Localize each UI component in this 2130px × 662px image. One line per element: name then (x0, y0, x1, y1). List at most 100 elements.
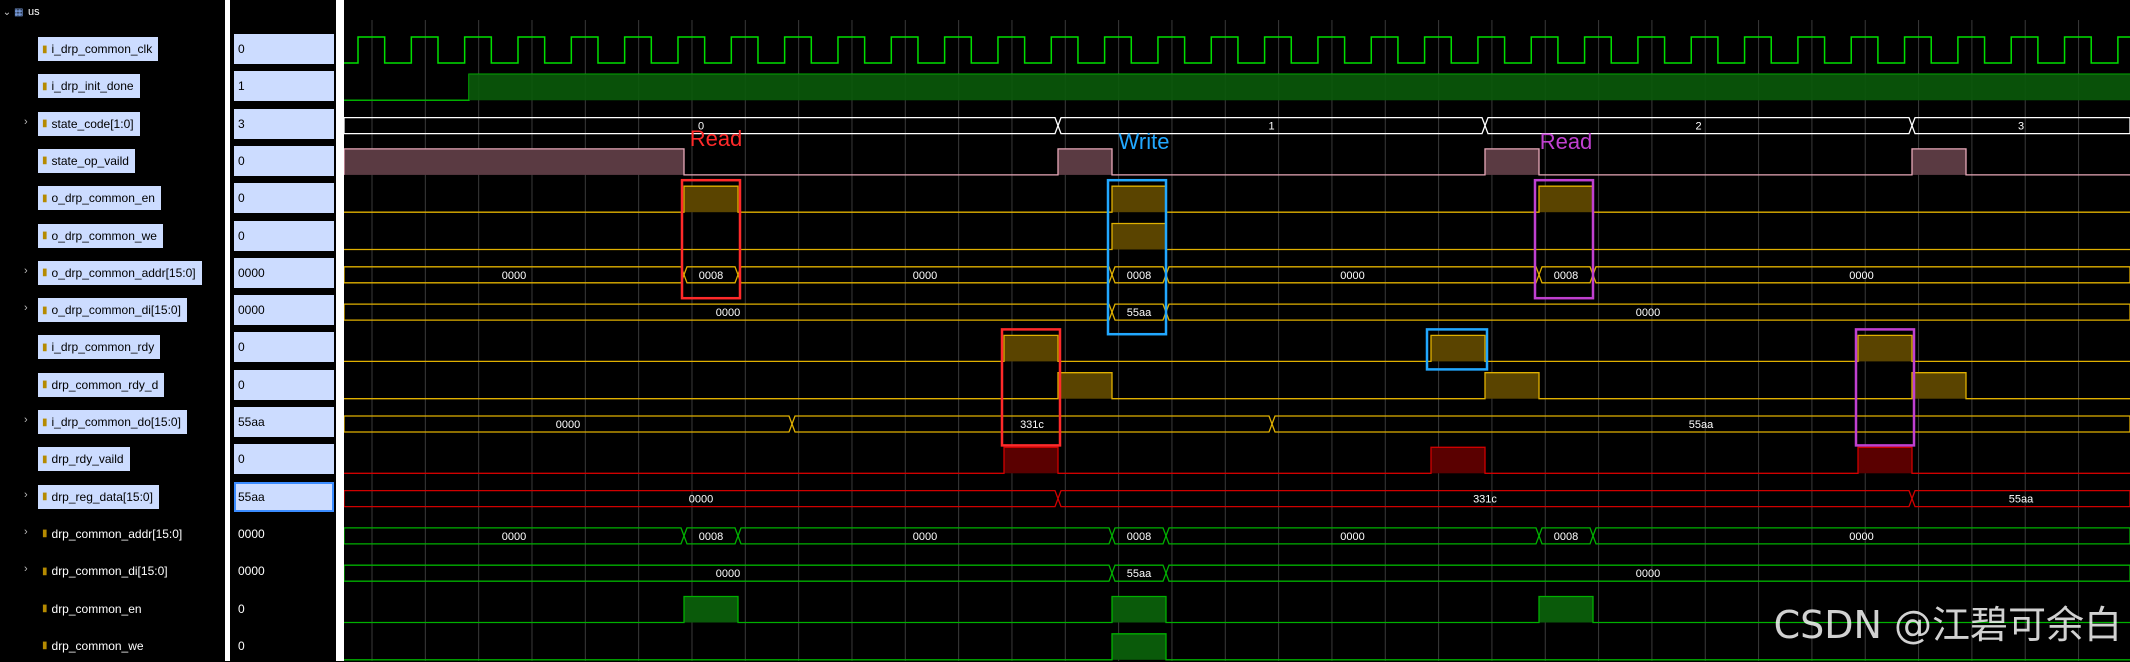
signal-value: 0000 (238, 564, 265, 579)
signal-value: 0 (234, 220, 334, 251)
signal-row[interactable]: › ▮ o_drp_common_di[15:0] (0, 294, 225, 326)
chevron-right-icon[interactable]: › (24, 265, 36, 277)
bus-value-label: 0000 (502, 531, 526, 543)
signal-name[interactable]: ▮ i_drp_init_done (38, 74, 140, 99)
clock-waveform (344, 36, 2130, 64)
bus-value-label: 0008 (699, 531, 723, 543)
signal-name[interactable]: ▮ drp_common_addr[15:0] (38, 522, 188, 546)
waveform-canvas[interactable]: 0 1 2 30000 0008 0000 0008 0000 0008 00000000 55aa… (344, 0, 2130, 661)
bus-value-label: 331c (1020, 419, 1044, 431)
signal-value: 0 (234, 183, 334, 214)
signal-name-text: drp_reg_data[15:0] (51, 489, 153, 504)
signal-name[interactable]: ▮ drp_common_rdy_d (38, 372, 165, 397)
signal-row[interactable]: › ▮ o_drp_common_addr[15:0] (0, 257, 225, 289)
input-port-icon: ▮ (42, 341, 48, 353)
signal-name-panel: ⌄ ▦ us ▮ i_drp_common_clk ▮ i_drp_init_done… (0, 0, 225, 661)
reg-port-icon: ▮ (42, 491, 48, 503)
signal-name[interactable]: ▮ state_op_vaild (38, 148, 135, 173)
annotation-label: Read (1540, 129, 1593, 154)
signal-name[interactable]: ▮ o_drp_common_addr[15:0] (38, 260, 202, 285)
bit-high-fill (344, 148, 684, 175)
input-port-icon: ▮ (42, 43, 48, 55)
signal-row[interactable]: › ▮ state_code[1:0] (0, 108, 225, 140)
signal-name-text: drp_common_rdy_d (51, 377, 159, 392)
bus-value-label: 0000 (1849, 270, 1873, 282)
signal-row[interactable]: ▮ i_drp_common_clk (0, 33, 225, 65)
signal-row[interactable]: ▮ i_drp_init_done (0, 70, 225, 102)
signal-value-panel: 0 1 3 0 0 0 0000 0000 0 0 55aa 0 55aa 0000 0000 0 0 (230, 0, 336, 661)
annotation-label: Write (1119, 129, 1170, 154)
signal-name[interactable]: ▮ drp_rdy_vaild (38, 447, 130, 472)
bit-high-fill (684, 596, 738, 623)
bus-value-label: 0008 (1554, 531, 1578, 543)
bit-high-fill (469, 74, 2130, 101)
signal-name[interactable]: ▮ i_drp_common_do[15:0] (38, 410, 187, 434)
bus-value-label: 1 (1268, 121, 1274, 133)
bit-high-fill (1912, 372, 1966, 399)
signal-row[interactable]: ▮ i_drp_common_rdy (0, 331, 225, 363)
output-port-icon: ▮ (42, 267, 48, 279)
signal-name[interactable]: ▮ drp_common_en (38, 597, 148, 621)
signal-name[interactable]: ▮ o_drp_common_we (38, 223, 163, 248)
scope-row-us[interactable]: ⌄ ▦ us (0, 2, 225, 22)
reg-port-icon: ▮ (42, 118, 48, 130)
bit-high-fill (1539, 596, 1593, 623)
panel-divider[interactable] (336, 0, 344, 661)
bus-value-label: 3 (2018, 121, 2024, 133)
signal-name-text: state_code[1:0] (51, 116, 134, 131)
reg-port-icon: ▮ (42, 640, 48, 652)
signal-row[interactable]: ▮ drp_common_en (0, 593, 225, 625)
signal-row[interactable]: › ▮ drp_common_di[15:0] (0, 555, 225, 587)
signal-name[interactable]: ▮ drp_reg_data[15:0] (38, 484, 159, 509)
signal-row[interactable]: ▮ o_drp_common_we (0, 220, 225, 252)
signal-name-text: o_drp_common_addr[15:0] (51, 265, 196, 280)
bit-high-fill (1004, 335, 1058, 362)
bit-waveform (344, 222, 2130, 251)
signal-row[interactable]: ▮ drp_rdy_vaild (0, 443, 225, 475)
signal-value: 0 (238, 638, 245, 653)
bus-value-label: 55aa (1689, 419, 1714, 431)
bit-high-fill (1431, 447, 1485, 474)
bus-value-label: 0000 (1636, 307, 1660, 319)
bit-waveform (344, 372, 2130, 400)
signal-value: 0 (234, 332, 334, 363)
bus-value-label: 0000 (556, 419, 580, 431)
signal-row[interactable]: › ▮ i_drp_common_do[15:0] (0, 406, 225, 438)
signal-row[interactable]: ▮ state_op_vaild (0, 145, 225, 177)
signal-name-text: drp_common_addr[15:0] (51, 526, 183, 541)
signal-name[interactable]: ▮ o_drp_common_en (38, 186, 161, 211)
input-port-icon: ▮ (42, 416, 48, 428)
reg-port-icon: ▮ (42, 528, 48, 540)
chevron-right-icon[interactable]: › (24, 302, 36, 314)
signal-name[interactable]: ▮ i_drp_common_rdy (38, 335, 161, 360)
signal-name-text: drp_rdy_vaild (51, 452, 124, 467)
chevron-right-icon[interactable]: › (24, 414, 36, 426)
waveform-panel[interactable]: 0 1 2 3 0000 0008 0000 0008 0000 0008 0000 0000 55aa… (344, 0, 2130, 661)
signal-name[interactable]: ▮ state_code[1:0] (38, 111, 140, 136)
reg-port-icon: ▮ (42, 453, 48, 465)
signal-row[interactable]: › ▮ drp_common_addr[15:0] (0, 518, 225, 550)
signal-row[interactable]: ▮ o_drp_common_en (0, 182, 225, 214)
signal-name-text: o_drp_common_we (51, 228, 157, 243)
reg-port-icon: ▮ (42, 155, 48, 167)
signal-name[interactable]: ▮ o_drp_common_di[15:0] (38, 298, 187, 323)
signal-name-text: i_drp_init_done (51, 79, 134, 94)
scope-icon: ▦ (14, 6, 24, 18)
chevron-right-icon[interactable]: › (24, 116, 36, 128)
signal-name-text: i_drp_common_rdy (51, 340, 155, 355)
reg-port-icon: ▮ (42, 565, 48, 577)
signal-row[interactable]: ▮ drp_common_rdy_d (0, 369, 225, 401)
chevron-right-icon[interactable]: › (24, 489, 36, 501)
signal-row[interactable]: ▮ drp_common_we (0, 630, 225, 662)
signal-name-text: i_drp_common_clk (51, 42, 153, 56)
signal-name-text: drp_common_en (51, 601, 142, 616)
signal-name[interactable]: ▮ drp_common_di[15:0] (38, 559, 174, 583)
chevron-down-icon[interactable]: ⌄ (0, 7, 14, 18)
chevron-right-icon[interactable]: › (24, 526, 36, 538)
bus-value-label: 0000 (913, 531, 937, 543)
signal-row[interactable]: › ▮ drp_reg_data[15:0] (0, 481, 225, 513)
signal-name[interactable]: ▮ i_drp_common_clk (38, 37, 159, 61)
signal-value: 0 (234, 369, 334, 400)
signal-name[interactable]: ▮ drp_common_we (38, 634, 150, 658)
chevron-right-icon[interactable]: › (24, 563, 36, 575)
